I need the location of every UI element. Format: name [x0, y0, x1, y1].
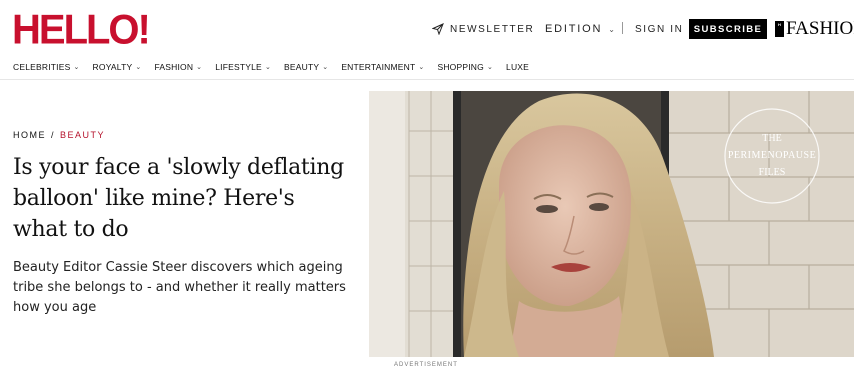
- breadcrumb-separator: /: [51, 130, 56, 140]
- advertisement-label: ADVERTISEMENT: [394, 362, 458, 368]
- edition-label: EDITION: [545, 23, 603, 35]
- nav-item-beauty[interactable]: BEAUTY ⌄: [284, 62, 328, 72]
- nav-label: LUXE: [506, 62, 530, 72]
- chevron-down-icon: ⌄: [196, 64, 203, 71]
- watermark-line-1: THE: [762, 133, 781, 144]
- nav-item-luxe[interactable]: LUXE: [506, 62, 529, 72]
- nav-label: ENTERTAINMENT: [341, 62, 416, 72]
- nav-label: FASHION: [154, 62, 194, 72]
- breadcrumb-home[interactable]: HOME: [13, 130, 46, 140]
- fashion-badge-icon: H: [775, 21, 784, 37]
- edition-selector[interactable]: EDITION ⌄: [545, 18, 617, 40]
- nav-item-entertainment[interactable]: ENTERTAINMENT ⌄: [341, 62, 424, 72]
- nav-label: LIFESTYLE: [215, 62, 262, 72]
- hello-logo[interactable]: HELLO!: [12, 7, 151, 53]
- chevron-down-icon: ⌄: [135, 64, 142, 71]
- newsletter-label: NEWSLETTER: [450, 23, 535, 35]
- nav-label: CELEBRITIES: [13, 62, 71, 72]
- header-divider: [622, 22, 623, 34]
- subscribe-button[interactable]: SUBSCRIBE: [689, 19, 767, 39]
- chevron-down-icon: ⌄: [608, 24, 617, 34]
- hero-image: THE PERIMENOPAUSE FILES: [369, 91, 854, 357]
- site-header: HELLO! NEWSLETTER EDITION ⌄ SIGN IN SUBS…: [0, 0, 854, 80]
- article-standfirst: Beauty Editor Cassie Steer discovers whi…: [13, 260, 346, 315]
- send-icon: [432, 23, 444, 35]
- chevron-down-icon: ⌄: [418, 64, 425, 71]
- article-title: Is your face a 'slowly deflating balloon…: [13, 155, 344, 242]
- nav-item-royalty[interactable]: ROYALTY ⌄: [93, 62, 142, 72]
- nav-item-celebrities[interactable]: CELEBRITIES ⌄: [13, 62, 80, 72]
- hello-fashion-link[interactable]: H FASHION: [775, 18, 854, 40]
- watermark-line-2: PERIMENOPAUSE: [728, 150, 816, 161]
- chevron-down-icon: ⌄: [73, 64, 80, 71]
- chevron-down-icon: ⌄: [322, 64, 329, 71]
- nav-item-shopping[interactable]: SHOPPING ⌄: [437, 62, 493, 72]
- chevron-down-icon: ⌄: [264, 64, 272, 71]
- fashion-wordmark: FASHION: [786, 18, 854, 39]
- breadcrumb: HOME / BEAUTY: [13, 130, 105, 140]
- breadcrumb-category[interactable]: BEAUTY: [60, 130, 105, 140]
- nav-item-fashion[interactable]: FASHION ⌄: [154, 62, 202, 72]
- watermark-line-3: FILES: [759, 167, 786, 178]
- sign-in-link[interactable]: SIGN IN: [635, 18, 683, 40]
- nav-item-lifestyle[interactable]: LIFESTYLE ⌄: [215, 62, 271, 72]
- nav-label: BEAUTY: [284, 62, 320, 72]
- hero-photo: THE PERIMENOPAUSE FILES: [369, 91, 854, 357]
- main-nav: CELEBRITIES ⌄ ROYALTY ⌄ FASHION ⌄ LIFESTYLE…: [13, 60, 542, 74]
- nav-label: ROYALTY: [92, 62, 133, 72]
- nav-label: SHOPPING: [437, 62, 484, 72]
- chevron-down-icon: ⌄: [486, 64, 494, 71]
- newsletter-link[interactable]: NEWSLETTER: [432, 18, 534, 40]
